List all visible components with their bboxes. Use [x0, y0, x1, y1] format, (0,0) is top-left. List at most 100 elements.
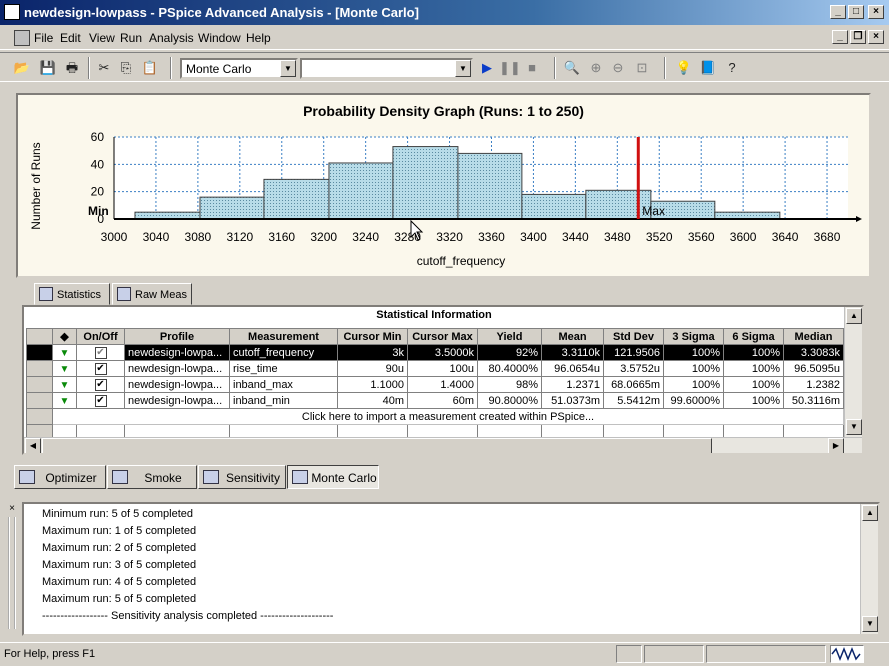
scroll-down-icon[interactable]: ▼ — [862, 616, 878, 632]
on-off-checkbox[interactable]: ✔ — [76, 376, 125, 393]
scroll-right-icon[interactable]: ▶ — [828, 438, 844, 453]
table-row[interactable]: ▼ ✔ newdesign-lowpa... cutoff_frequency … — [26, 344, 844, 361]
on-off-checkbox[interactable]: ✔ — [76, 392, 125, 409]
zoom-icon[interactable]: 🔍 — [562, 58, 582, 78]
column-header[interactable]: 6 Sigma — [723, 328, 784, 345]
grid-horizontal-scrollbar[interactable]: ◀ ▶ — [24, 437, 862, 453]
cursor-max-cell[interactable]: 3.5000k — [407, 344, 478, 361]
tab-statistics[interactable]: Statistics — [34, 283, 110, 305]
save-icon[interactable]: 💾 — [38, 58, 58, 78]
on-off-checkbox[interactable]: ✔ — [76, 360, 125, 377]
menu-analysis[interactable]: Analysis — [149, 31, 194, 45]
row-selector[interactable] — [26, 360, 53, 377]
chevron-down-icon[interactable]: ▼ — [280, 60, 296, 77]
zoom-fit-icon[interactable]: ⊡ — [632, 58, 652, 78]
cursor-min-cell[interactable]: 1.1000 — [337, 376, 408, 393]
secondary-combo[interactable]: ▼ — [300, 58, 473, 79]
run-icon[interactable]: ▶ — [477, 58, 497, 78]
child-restore-button[interactable]: ❐ — [850, 30, 866, 44]
print-icon[interactable]: 🖶 — [62, 58, 82, 78]
cursor-max-cell[interactable]: 60m — [407, 392, 478, 409]
flag-icon[interactable]: ▼ — [52, 392, 77, 409]
import-measurement-link[interactable]: Click here to import a measurement creat… — [52, 408, 844, 425]
profile-cell[interactable]: newdesign-lowpa... — [124, 392, 230, 409]
column-header[interactable]: Cursor Max — [407, 328, 478, 345]
menu-view[interactable]: View — [89, 31, 115, 45]
menu-window[interactable]: Window — [198, 31, 241, 45]
zoom-in-icon[interactable]: ⊕ — [586, 58, 606, 78]
measurement-cell[interactable]: inband_min — [229, 392, 338, 409]
help-book-icon[interactable]: 📘 — [698, 58, 718, 78]
import-measurement-row[interactable]: Click here to import a measurement creat… — [26, 408, 844, 425]
chevron-down-icon[interactable]: ▼ — [455, 60, 471, 77]
minimize-button[interactable]: _ — [830, 5, 846, 19]
menu-edit[interactable]: Edit — [60, 31, 81, 45]
measurement-cell[interactable]: inband_max — [229, 376, 338, 393]
zoom-out-icon[interactable]: ⊖ — [608, 58, 628, 78]
menu-help[interactable]: Help — [246, 31, 271, 45]
column-header[interactable]: Mean — [541, 328, 604, 345]
document-icon[interactable] — [14, 30, 30, 46]
tab-smoke[interactable]: Smoke — [107, 465, 197, 489]
close-button[interactable]: × — [868, 5, 884, 19]
column-header[interactable]: Cursor Min — [337, 328, 408, 345]
histogram-chart[interactable]: 02040603000 3040 3080 3120 3160 3200 3240 3280 3… — [18, 95, 869, 276]
bulb-icon[interactable]: 💡 — [674, 58, 694, 78]
cursor-min-cell[interactable]: 90u — [337, 360, 408, 377]
column-header[interactable]: ◆ — [52, 328, 77, 345]
tab-monte-carlo[interactable]: Monte Carlo — [287, 465, 379, 489]
tab-sensitivity[interactable]: Sensitivity — [198, 465, 286, 489]
menu-file[interactable]: File — [34, 31, 53, 45]
copy-icon[interactable]: ⎘ — [116, 58, 136, 78]
grid-vertical-scrollbar[interactable]: ▲ ▼ — [844, 307, 862, 437]
flag-icon[interactable]: ▼ — [52, 376, 77, 393]
profile-combo[interactable]: Monte Carlo ▼ — [180, 58, 298, 79]
profile-cell[interactable]: newdesign-lowpa... — [124, 344, 230, 361]
tab-raw-meas[interactable]: Raw Meas — [112, 283, 192, 305]
column-header[interactable]: Yield — [477, 328, 542, 345]
child-close-button[interactable]: × — [868, 30, 884, 44]
scroll-up-icon[interactable]: ▲ — [862, 505, 878, 521]
menu-run[interactable]: Run — [120, 31, 142, 45]
output-window-gripper[interactable]: × — [6, 504, 18, 636]
output-vertical-scrollbar[interactable]: ▲ ▼ — [860, 504, 878, 634]
context-help-icon[interactable]: ? — [722, 58, 742, 78]
column-header[interactable]: On/Off — [76, 328, 125, 345]
cut-icon[interactable]: ✂ — [94, 58, 114, 78]
open-icon[interactable]: 📂 — [12, 58, 32, 78]
column-header[interactable]: Std Dev — [603, 328, 664, 345]
table-row[interactable]: ▼ ✔ newdesign-lowpa... inband_max 1.1000… — [26, 376, 844, 393]
row-selector[interactable] — [26, 344, 53, 361]
row-selector[interactable] — [26, 376, 53, 393]
cursor-min-cell[interactable]: 40m — [337, 392, 408, 409]
cursor-min-cell[interactable]: 3k — [337, 344, 408, 361]
pause-icon[interactable]: ❚❚ — [499, 58, 521, 78]
measurement-cell[interactable]: rise_time — [229, 360, 338, 377]
measurement-cell[interactable]: cutoff_frequency — [229, 344, 338, 361]
scroll-down-icon[interactable]: ▼ — [846, 419, 862, 435]
paste-icon[interactable]: 📋 — [140, 58, 160, 78]
table-row[interactable]: ▼ ✔ newdesign-lowpa... inband_min 40m 60… — [26, 392, 844, 409]
close-icon[interactable]: × — [6, 504, 18, 514]
maximize-button[interactable]: □ — [848, 5, 864, 19]
column-header[interactable]: Median — [783, 328, 844, 345]
column-header[interactable]: 3 Sigma — [663, 328, 724, 345]
scroll-up-icon[interactable]: ▲ — [846, 308, 862, 324]
cursor-max-cell[interactable]: 1.4000 — [407, 376, 478, 393]
stop-icon[interactable]: ■ — [522, 58, 542, 78]
profile-cell[interactable]: newdesign-lowpa... — [124, 376, 230, 393]
tab-optimizer[interactable]: Optimizer — [14, 465, 106, 489]
app-icon[interactable] — [4, 4, 20, 20]
child-minimize-button[interactable]: _ — [832, 30, 848, 44]
table-row[interactable]: ▼ ✔ newdesign-lowpa... rise_time 90u 100… — [26, 360, 844, 377]
flag-icon[interactable]: ▼ — [52, 360, 77, 377]
scroll-left-icon[interactable]: ◀ — [25, 438, 41, 453]
scroll-thumb[interactable] — [42, 438, 712, 453]
column-header[interactable]: Profile — [124, 328, 230, 345]
cursor-max-cell[interactable]: 100u — [407, 360, 478, 377]
on-off-checkbox[interactable]: ✔ — [76, 344, 125, 361]
flag-icon[interactable]: ▼ — [52, 344, 77, 361]
profile-cell[interactable]: newdesign-lowpa... — [124, 360, 230, 377]
column-header[interactable]: Measurement — [229, 328, 338, 345]
row-selector[interactable] — [26, 392, 53, 409]
